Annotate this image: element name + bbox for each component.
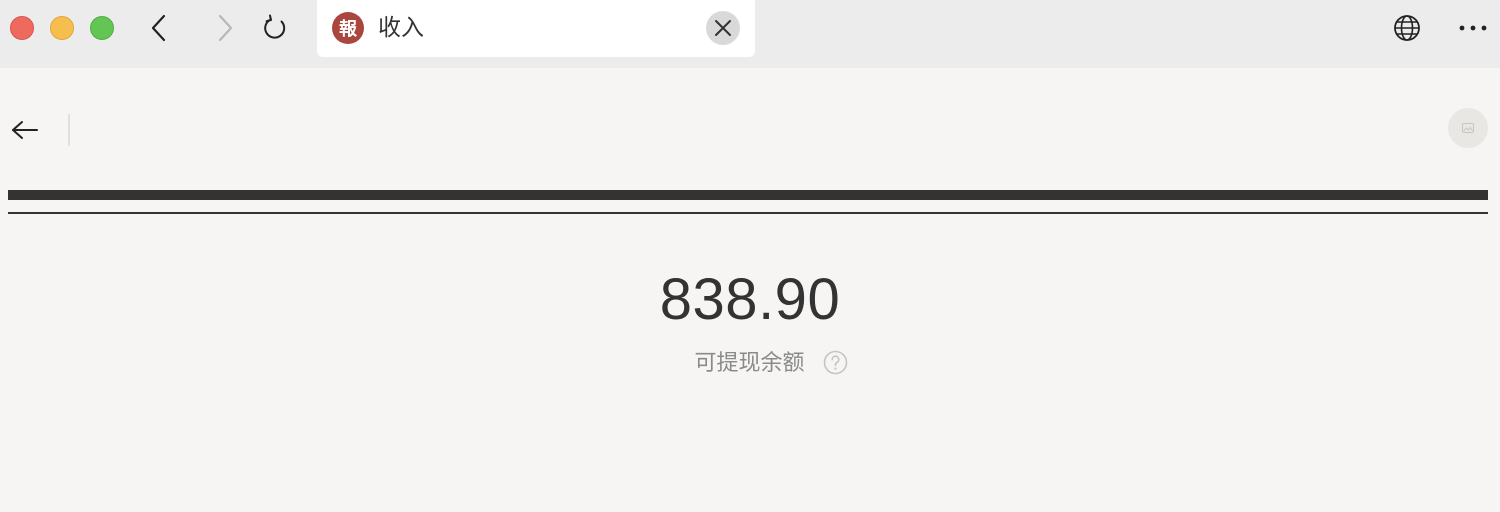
browser-forward-button[interactable]	[207, 10, 243, 46]
tab-favicon: 報	[332, 12, 364, 44]
arrow-left-icon	[12, 121, 38, 139]
tab-title: 收入	[378, 15, 424, 41]
avatar[interactable]	[1448, 108, 1488, 148]
image-placeholder-icon	[1462, 123, 1474, 133]
browser-toolbar: 報 收入	[0, 0, 1500, 68]
browser-tab-active[interactable]: 報 收入	[317, 0, 755, 57]
more-horizontal-icon	[1459, 25, 1487, 31]
window-maximize-button[interactable]	[90, 16, 114, 40]
balance-label-row: 可提现余额	[0, 348, 1500, 380]
help-button[interactable]	[823, 350, 848, 375]
window-minimize-button[interactable]	[50, 16, 74, 40]
withdrawable-balance-amount: 838.90	[659, 267, 841, 332]
browser-reload-button[interactable]	[257, 10, 293, 46]
reload-icon	[264, 14, 286, 39]
header-divider	[68, 114, 70, 146]
divider-thick	[8, 190, 1488, 200]
tab-close-button[interactable]	[706, 11, 740, 45]
language-button[interactable]	[1391, 12, 1423, 44]
browser-back-button[interactable]	[141, 10, 177, 46]
globe-icon	[1394, 15, 1420, 41]
window-close-button[interactable]	[10, 16, 34, 40]
chevron-right-icon	[218, 14, 233, 42]
question-circle-icon	[823, 350, 847, 375]
more-options-button[interactable]	[1457, 12, 1489, 44]
chevron-left-icon	[151, 14, 166, 42]
divider-thin	[8, 212, 1488, 214]
withdrawable-balance-label: 可提现余额	[694, 351, 805, 376]
close-icon	[715, 20, 731, 36]
page-back-button[interactable]	[6, 112, 44, 148]
